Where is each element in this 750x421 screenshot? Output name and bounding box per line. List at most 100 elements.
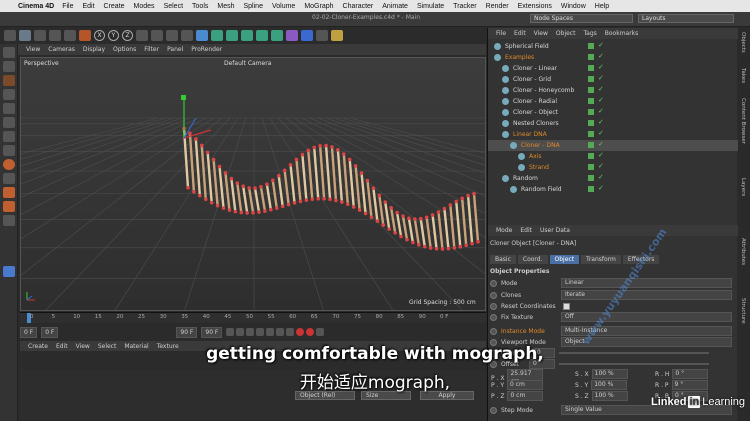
visibility-icon[interactable] xyxy=(588,109,594,115)
menu-tracker[interactable]: Tracker xyxy=(453,3,476,10)
object-row[interactable]: Cloner - Honeycomb ✓ xyxy=(488,85,738,96)
enabled-check-icon[interactable]: ✓ xyxy=(598,85,604,93)
prev-key-icon[interactable] xyxy=(236,328,245,336)
lock-icon[interactable] xyxy=(3,187,15,198)
menu-mograph[interactable]: MoGraph xyxy=(304,3,333,10)
object-menu-view[interactable]: View xyxy=(534,30,548,37)
object-row[interactable]: Spherical Field ✓ xyxy=(488,41,738,52)
enabled-check-icon[interactable]: ✓ xyxy=(598,184,604,192)
viewport-menu-options[interactable]: Options xyxy=(113,46,136,53)
menu-simulate[interactable]: Simulate xyxy=(417,3,444,10)
menu-character[interactable]: Character xyxy=(343,3,374,10)
menu-modes[interactable]: Modes xyxy=(134,3,155,10)
solo-icon[interactable] xyxy=(3,201,15,212)
deformer-icon[interactable] xyxy=(271,30,283,41)
tab-transform[interactable]: Transform xyxy=(581,255,621,264)
field-icon[interactable] xyxy=(286,30,298,41)
menu-mesh[interactable]: Mesh xyxy=(217,3,234,10)
enabled-check-icon[interactable]: ✓ xyxy=(598,173,604,181)
enabled-check-icon[interactable]: ✓ xyxy=(598,74,604,82)
menu-edit[interactable]: Edit xyxy=(82,3,94,10)
enabled-check-icon[interactable]: ✓ xyxy=(598,118,604,126)
enabled-check-icon[interactable]: ✓ xyxy=(598,96,604,104)
object-row[interactable]: Random Field ✓ xyxy=(488,184,738,195)
object-row[interactable]: Cloner - Radial ✓ xyxy=(488,96,738,107)
axis-mode-icon[interactable] xyxy=(3,117,15,128)
visibility-icon[interactable] xyxy=(588,98,594,104)
max-frame-field[interactable]: 90 F xyxy=(201,326,223,338)
side-tab-attributes[interactable]: Attributes xyxy=(740,238,746,265)
enabled-check-icon[interactable]: ✓ xyxy=(598,41,604,49)
menu-tools[interactable]: Tools xyxy=(192,3,208,10)
keyframe-icon[interactable] xyxy=(316,328,325,336)
enabled-check-icon[interactable]: ✓ xyxy=(598,151,604,159)
attr-menu-user-data[interactable]: User Data xyxy=(540,227,570,234)
enabled-check-icon[interactable]: ✓ xyxy=(598,162,604,170)
timeline-ruler[interactable]: 0 F 0 5 10 15 20 25 30 35 40 45 50 55 60 65 70 75 80 85 90 xyxy=(20,312,486,323)
object-row[interactable]: Axis ✓ xyxy=(488,151,738,162)
snap-icon[interactable] xyxy=(3,145,15,156)
object-row[interactable]: Random ✓ xyxy=(488,173,738,184)
light-icon[interactable] xyxy=(331,30,343,41)
enable-snap-icon[interactable] xyxy=(3,159,15,170)
visibility-icon[interactable] xyxy=(588,87,594,93)
menu-window[interactable]: Window xyxy=(561,3,586,10)
menu-spline[interactable]: Spline xyxy=(244,3,263,10)
app-name[interactable]: Cinema 4D xyxy=(18,3,54,10)
object-menu-file[interactable]: File xyxy=(496,30,506,37)
object-row[interactable]: Cloner - Grid ✓ xyxy=(488,74,738,85)
visibility-icon[interactable] xyxy=(588,153,594,159)
visibility-icon[interactable] xyxy=(588,65,594,71)
object-row[interactable]: Cloner - Linear ✓ xyxy=(488,63,738,74)
object-row[interactable]: Strand ✓ xyxy=(488,162,738,173)
tab-basic[interactable]: Basic xyxy=(490,255,516,264)
undo-icon[interactable] xyxy=(4,30,16,41)
viewport-menu-display[interactable]: Display xyxy=(83,46,105,53)
record-icon[interactable] xyxy=(296,328,305,336)
menu-render[interactable]: Render xyxy=(486,3,509,10)
object-menu-tags[interactable]: Tags xyxy=(583,30,596,37)
select-icon[interactable] xyxy=(19,30,31,41)
cloner-icon[interactable] xyxy=(241,30,253,41)
enabled-check-icon[interactable]: ✓ xyxy=(598,107,604,115)
floor-icon[interactable] xyxy=(301,30,313,41)
viewport-menu-prorender[interactable]: ProRender xyxy=(191,46,222,53)
rotate-icon[interactable] xyxy=(64,30,76,41)
model-mode-icon[interactable] xyxy=(3,47,15,58)
object-row[interactable]: Examples ✓ xyxy=(488,52,738,63)
enabled-check-icon[interactable]: ✓ xyxy=(598,52,604,60)
autokey-icon[interactable] xyxy=(306,328,315,336)
visibility-icon[interactable] xyxy=(588,120,594,126)
visibility-icon[interactable] xyxy=(588,164,594,170)
layouts-select[interactable]: Layouts xyxy=(638,14,734,23)
subdivision-icon[interactable] xyxy=(226,30,238,41)
visibility-icon[interactable] xyxy=(588,131,594,137)
points-mode-icon[interactable] xyxy=(3,75,15,86)
enabled-check-icon[interactable]: ✓ xyxy=(598,129,604,137)
object-row[interactable]: Cloner - Object ✓ xyxy=(488,107,738,118)
object-row[interactable]: Cloner - DNA ✓ xyxy=(488,140,738,151)
visibility-icon[interactable] xyxy=(588,76,594,82)
menu-select[interactable]: Select xyxy=(164,3,183,10)
scale-icon[interactable] xyxy=(49,30,61,41)
viewport-menu-view[interactable]: View xyxy=(26,46,40,53)
anim-dot-icon[interactable] xyxy=(490,313,497,321)
visibility-icon[interactable] xyxy=(588,54,594,60)
side-tab-takes[interactable]: Takes xyxy=(740,68,746,83)
viewport-menu-filter[interactable]: Filter xyxy=(144,46,159,53)
anim-dot-icon[interactable] xyxy=(490,291,497,299)
next-frame-icon[interactable] xyxy=(266,328,275,336)
enabled-check-icon[interactable]: ✓ xyxy=(598,140,604,148)
render-icon[interactable] xyxy=(166,30,178,41)
edges-mode-icon[interactable] xyxy=(3,89,15,100)
coord-icon[interactable] xyxy=(79,30,91,41)
workplane-icon[interactable] xyxy=(3,173,15,184)
object-row[interactable]: Nested Cloners ✓ xyxy=(488,118,738,129)
layout-icon[interactable] xyxy=(3,266,15,277)
camera-icon[interactable] xyxy=(316,30,328,41)
object-menu-bookmarks[interactable]: Bookmarks xyxy=(605,30,639,37)
anim-dot-icon[interactable] xyxy=(490,327,497,335)
render-settings-icon[interactable] xyxy=(181,30,193,41)
z-axis-icon[interactable]: Z xyxy=(122,30,133,41)
pen-icon[interactable] xyxy=(211,30,223,41)
